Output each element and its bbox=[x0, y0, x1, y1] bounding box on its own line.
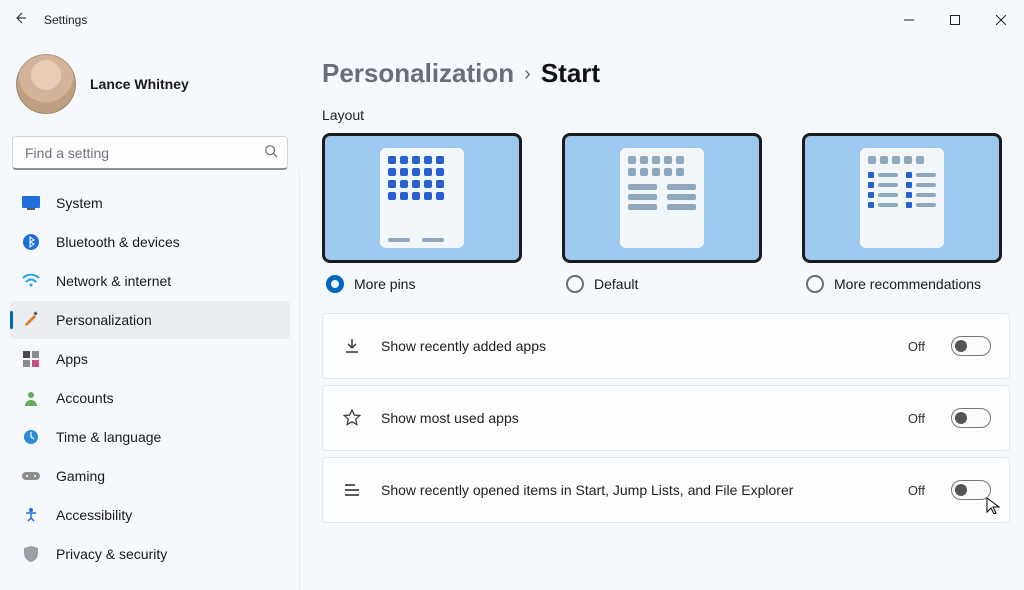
layout-radio-more-recommendations[interactable]: More recommendations bbox=[806, 275, 1006, 293]
avatar bbox=[16, 54, 76, 114]
layout-tile-default[interactable] bbox=[562, 133, 762, 263]
setting-state: Off bbox=[908, 339, 925, 354]
setting-label: Show recently added apps bbox=[381, 338, 890, 354]
display-icon bbox=[22, 194, 40, 212]
wifi-icon bbox=[22, 272, 40, 290]
setting-most-used-apps[interactable]: Show most used apps Off bbox=[322, 385, 1010, 451]
setting-recently-opened-items[interactable]: Show recently opened items in Start, Jum… bbox=[322, 457, 1010, 523]
sidebar-item-personalization[interactable]: Personalization bbox=[10, 301, 290, 339]
sidebar-item-label: Accounts bbox=[56, 390, 114, 406]
shield-icon bbox=[22, 545, 40, 563]
sidebar-item-gaming[interactable]: Gaming bbox=[10, 457, 290, 495]
cursor-icon bbox=[985, 496, 1003, 514]
star-icon bbox=[341, 408, 363, 428]
sidebar-item-label: Time & language bbox=[56, 429, 161, 445]
toggle-switch[interactable] bbox=[951, 480, 991, 500]
sidebar-item-system[interactable]: System bbox=[10, 184, 290, 222]
radio-icon bbox=[806, 275, 824, 293]
paintbrush-icon bbox=[22, 311, 40, 329]
sidebar-item-label: Privacy & security bbox=[56, 546, 167, 562]
globe-clock-icon bbox=[22, 428, 40, 446]
radio-label: Default bbox=[594, 276, 638, 292]
sidebar-item-label: System bbox=[56, 195, 103, 211]
sidebar-item-time-language[interactable]: Time & language bbox=[10, 418, 290, 456]
toggle-switch[interactable] bbox=[951, 408, 991, 428]
layout-radio-more-pins[interactable]: More pins bbox=[326, 275, 526, 293]
toggle-switch[interactable] bbox=[951, 336, 991, 356]
person-icon bbox=[22, 389, 40, 407]
sidebar-item-label: Personalization bbox=[56, 312, 152, 328]
breadcrumb: Personalization › Start bbox=[322, 58, 1010, 89]
close-button[interactable] bbox=[978, 0, 1024, 40]
breadcrumb-parent[interactable]: Personalization bbox=[322, 58, 514, 89]
sidebar-item-privacy[interactable]: Privacy & security bbox=[10, 535, 290, 573]
breadcrumb-current: Start bbox=[541, 58, 600, 89]
sidebar-item-accessibility[interactable]: Accessibility bbox=[10, 496, 290, 534]
sidebar-item-accounts[interactable]: Accounts bbox=[10, 379, 290, 417]
sidebar-item-label: Gaming bbox=[56, 468, 105, 484]
sidebar-nav: System Bluetooth & devices Network & int… bbox=[10, 184, 290, 573]
sidebar-item-network[interactable]: Network & internet bbox=[10, 262, 290, 300]
layout-radio-default[interactable]: Default bbox=[566, 275, 766, 293]
gamepad-icon bbox=[22, 467, 40, 485]
download-icon bbox=[341, 336, 363, 356]
setting-label: Show recently opened items in Start, Jum… bbox=[381, 482, 890, 498]
section-label-layout: Layout bbox=[322, 107, 1010, 123]
sidebar-item-label: Network & internet bbox=[56, 273, 171, 289]
layout-tile-more-recommendations[interactable] bbox=[802, 133, 1002, 263]
window-title: Settings bbox=[44, 13, 87, 27]
sidebar: Lance Whitney System Bluetooth & devices… bbox=[0, 40, 300, 566]
title-bar: Settings bbox=[0, 0, 1024, 40]
apps-icon bbox=[22, 350, 40, 368]
radio-icon bbox=[326, 275, 344, 293]
sidebar-item-label: Apps bbox=[56, 351, 88, 367]
sidebar-item-label: Bluetooth & devices bbox=[56, 234, 180, 250]
minimize-button[interactable] bbox=[886, 0, 932, 40]
radio-icon bbox=[566, 275, 584, 293]
back-button[interactable] bbox=[12, 10, 40, 31]
accessibility-icon bbox=[22, 506, 40, 524]
content-pane: Personalization › Start Layout bbox=[300, 40, 1024, 566]
sidebar-item-bluetooth[interactable]: Bluetooth & devices bbox=[10, 223, 290, 261]
sidebar-item-label: Accessibility bbox=[56, 507, 132, 523]
setting-recently-added-apps[interactable]: Show recently added apps Off bbox=[322, 313, 1010, 379]
bluetooth-icon bbox=[22, 233, 40, 251]
chevron-right-icon: › bbox=[524, 63, 531, 86]
user-account-button[interactable]: Lance Whitney bbox=[10, 48, 290, 128]
setting-state: Off bbox=[908, 411, 925, 426]
user-name: Lance Whitney bbox=[90, 76, 189, 92]
sidebar-item-apps[interactable]: Apps bbox=[10, 340, 290, 378]
list-icon bbox=[341, 480, 363, 500]
radio-label: More pins bbox=[354, 276, 415, 292]
setting-label: Show most used apps bbox=[381, 410, 890, 426]
search-icon bbox=[264, 144, 278, 161]
maximize-button[interactable] bbox=[932, 0, 978, 40]
layout-tile-more-pins[interactable] bbox=[322, 133, 522, 263]
setting-state: Off bbox=[908, 483, 925, 498]
search-input[interactable] bbox=[12, 136, 288, 170]
radio-label: More recommendations bbox=[834, 276, 981, 292]
